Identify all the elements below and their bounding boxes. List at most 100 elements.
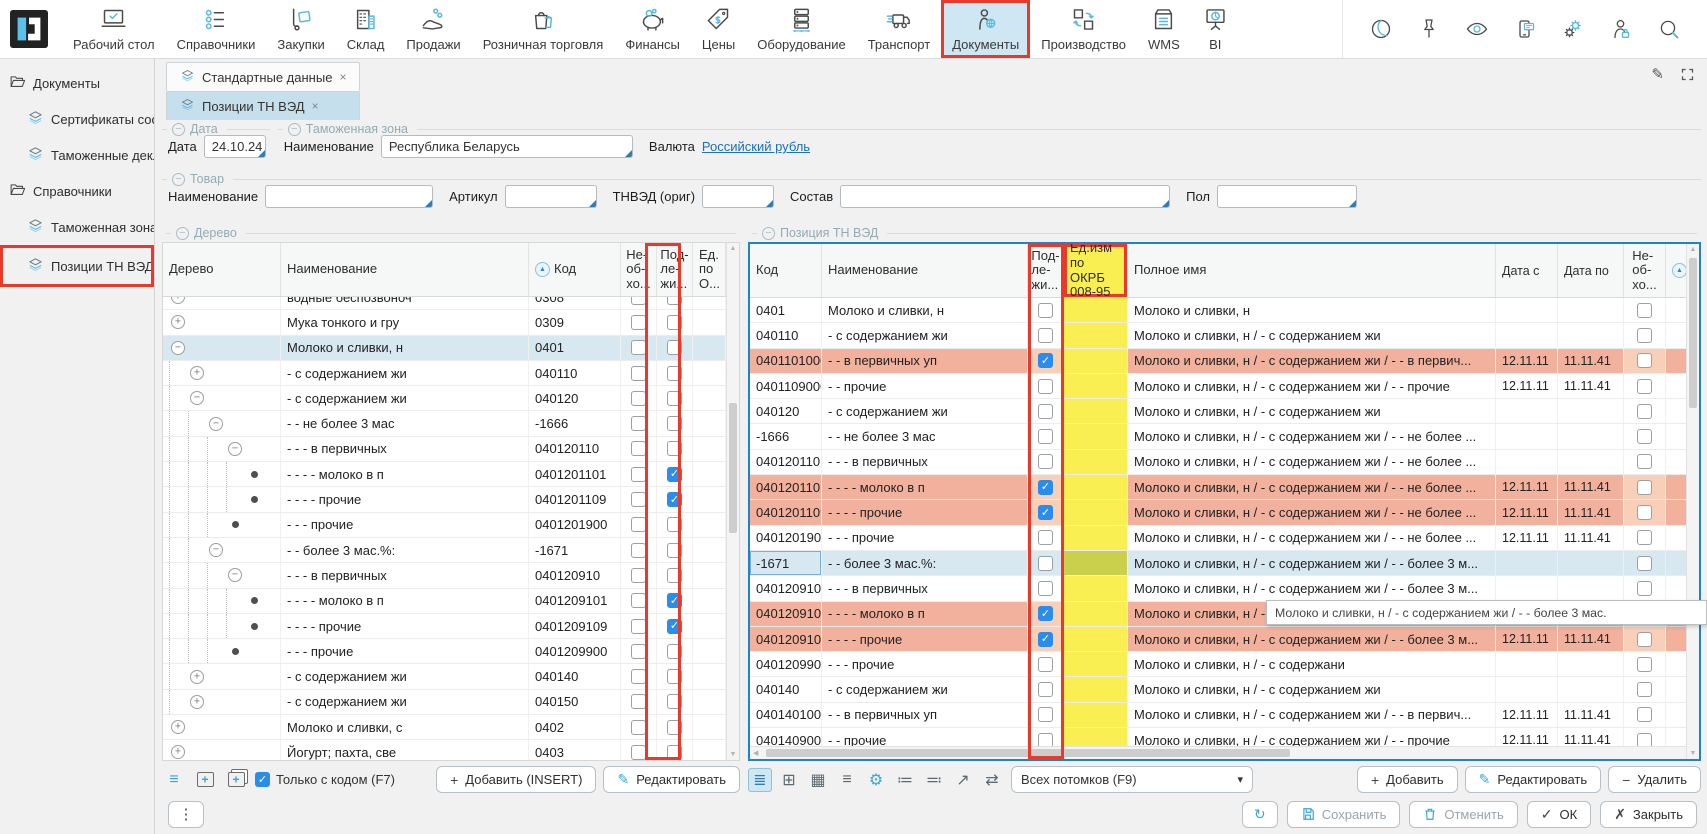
tab-1[interactable]: Позиции ТН ВЭД × <box>166 91 360 120</box>
subject-checkbox[interactable] <box>667 694 682 709</box>
required-checkbox[interactable] <box>631 669 646 684</box>
required-checkbox[interactable] <box>631 340 646 355</box>
tree-expand-icon[interactable] <box>171 745 185 759</box>
filter-icon[interactable] <box>835 768 859 792</box>
subject-checkbox[interactable] <box>667 543 682 558</box>
tree-row[interactable]: - с содержанием жи 040140 <box>163 664 726 689</box>
tab-0[interactable]: Стандартные данные × <box>166 62 360 91</box>
tree-row[interactable]: - - - - молоко в п 0401201101 <box>163 462 726 487</box>
nav-item-wms[interactable]: WMS <box>1137 0 1191 58</box>
tree-row[interactable]: водные беспозвоноч 0308 <box>163 297 726 310</box>
expand-all-icon[interactable] <box>224 768 248 792</box>
tree-row[interactable]: - с содержанием жи 040150 <box>163 690 726 715</box>
subject-checkbox[interactable] <box>1038 556 1053 571</box>
required-checkbox[interactable] <box>631 593 646 608</box>
nav-item-equipment[interactable]: Оборудование <box>746 0 856 58</box>
tree-row[interactable]: - с содержанием жи 040120 <box>163 386 726 411</box>
required-checkbox[interactable] <box>631 694 646 709</box>
subject-checkbox[interactable] <box>1038 379 1053 394</box>
tree-expand-icon[interactable] <box>190 670 204 684</box>
required-checkbox[interactable] <box>1637 657 1652 672</box>
subject-checkbox[interactable] <box>1038 454 1053 469</box>
position-column-header[interactable] <box>1666 244 1686 297</box>
position-row[interactable]: -1671 - - более 3 мас.%: Молоко и сливки… <box>750 551 1686 576</box>
required-checkbox[interactable] <box>1637 328 1652 343</box>
nav-item-production[interactable]: Производство <box>1030 0 1137 58</box>
position-grid-horizontal-scrollbar[interactable] <box>750 746 1686 759</box>
tree-collapse-icon[interactable] <box>190 391 204 405</box>
subject-checkbox[interactable] <box>1038 707 1053 722</box>
position-column-header[interactable]: Код <box>750 244 822 297</box>
tree-collapse-icon[interactable] <box>209 543 223 557</box>
subject-checkbox[interactable] <box>667 340 682 355</box>
edit-mode-icon[interactable] <box>1651 65 1664 83</box>
collapse-icon[interactable] <box>762 227 775 240</box>
position-row[interactable]: 0401201900 - - - прочие Молоко и сливки,… <box>750 526 1686 551</box>
tree-collapse-icon[interactable] <box>171 341 185 355</box>
subject-checkbox[interactable] <box>1038 530 1053 545</box>
required-checkbox[interactable] <box>1637 707 1652 722</box>
required-checkbox[interactable] <box>631 416 646 431</box>
collapse-icon[interactable] <box>176 227 189 240</box>
required-checkbox[interactable] <box>631 315 646 330</box>
position-row[interactable]: 040120110 - - - в первичных Молоко и сли… <box>750 450 1686 475</box>
required-checkbox[interactable] <box>1637 404 1652 419</box>
required-checkbox[interactable] <box>631 366 646 381</box>
descendants-select[interactable]: Всех потомков (F9) ▾ <box>1011 766 1253 793</box>
filter-sort-icon[interactable] <box>162 768 186 792</box>
subject-checkbox[interactable] <box>667 441 682 456</box>
search-icon[interactable] <box>1657 17 1681 41</box>
tree-edit-button[interactable]: Редактировать <box>603 766 740 793</box>
sidebar-item[interactable]: Таможенная зона <box>0 209 154 245</box>
sidebar-item[interactable]: Позиции ТН ВЭД <box>0 245 154 287</box>
subject-checkbox[interactable] <box>667 391 682 406</box>
tree-row[interactable]: - - - - прочие 0401209109 <box>163 614 726 639</box>
required-checkbox[interactable] <box>631 297 646 305</box>
settings-gears-icon[interactable] <box>1561 17 1585 41</box>
position-row[interactable]: 0401401000 - - в первичных уп Молоко и с… <box>750 703 1686 728</box>
tree-expand-icon[interactable] <box>171 297 185 304</box>
position-add-button[interactable]: Добавить <box>1357 766 1458 793</box>
position-grid-vertical-scrollbar[interactable] <box>1686 244 1699 759</box>
required-checkbox[interactable] <box>1637 303 1652 318</box>
subject-checkbox[interactable] <box>1038 682 1053 697</box>
position-column-header[interactable]: Под- ле- жи... <box>1028 244 1064 297</box>
subject-checkbox[interactable] <box>667 517 682 532</box>
tree-collapse-icon[interactable] <box>228 442 242 456</box>
sidebar-item[interactable]: Таможенные декла <box>0 137 154 173</box>
expand-node-icon[interactable] <box>193 768 217 792</box>
collapse-icon[interactable] <box>172 173 185 186</box>
position-column-header[interactable]: Дата по <box>1558 244 1624 297</box>
tree-row[interactable]: - - - в первичных 040120910 <box>163 563 726 588</box>
position-row[interactable]: 0401209109 - - - - прочие Молоко и сливк… <box>750 627 1686 652</box>
position-row[interactable]: 040110 - с содержанием жи Молоко и сливк… <box>750 323 1686 348</box>
product-field-input[interactable] <box>840 185 1170 208</box>
nav-item-finance[interactable]: Финансы <box>614 0 691 58</box>
fullscreen-icon[interactable] <box>1680 67 1695 82</box>
numbered-list-icon[interactable] <box>893 768 917 792</box>
subject-checkbox[interactable] <box>1038 606 1053 621</box>
tree-expand-icon[interactable] <box>190 695 204 709</box>
position-row[interactable]: 040120 - с содержанием жи Молоко и сливк… <box>750 399 1686 424</box>
tree-row[interactable]: Молоко и сливки, с 0402 <box>163 715 726 740</box>
tree-row[interactable]: - - - в первичных 040120110 <box>163 437 726 462</box>
required-checkbox[interactable] <box>1637 530 1652 545</box>
cancel-button[interactable]: Отменить <box>1409 801 1517 828</box>
required-checkbox[interactable] <box>1637 581 1652 596</box>
nav-item-prices[interactable]: Цены <box>691 0 746 58</box>
tree-column-header[interactable]: Дерево <box>163 243 281 296</box>
required-checkbox[interactable] <box>631 492 646 507</box>
more-actions-button[interactable] <box>168 801 204 828</box>
required-checkbox[interactable] <box>1637 480 1652 495</box>
subject-checkbox[interactable] <box>667 619 682 634</box>
calendar-view-icon[interactable] <box>806 768 830 792</box>
table-view-icon[interactable] <box>777 768 801 792</box>
tree-expand-icon[interactable] <box>190 366 204 380</box>
subject-checkbox[interactable] <box>1038 429 1053 444</box>
required-checkbox[interactable] <box>1637 379 1652 394</box>
position-column-header[interactable]: Не- об- хо... <box>1624 244 1666 297</box>
position-row[interactable]: 040120910 - - - в первичных Молоко и сли… <box>750 576 1686 601</box>
subject-checkbox[interactable] <box>667 720 682 735</box>
position-row[interactable]: 0401 Молоко и сливки, н Молоко и сливки,… <box>750 298 1686 323</box>
product-field-input[interactable] <box>505 185 597 208</box>
